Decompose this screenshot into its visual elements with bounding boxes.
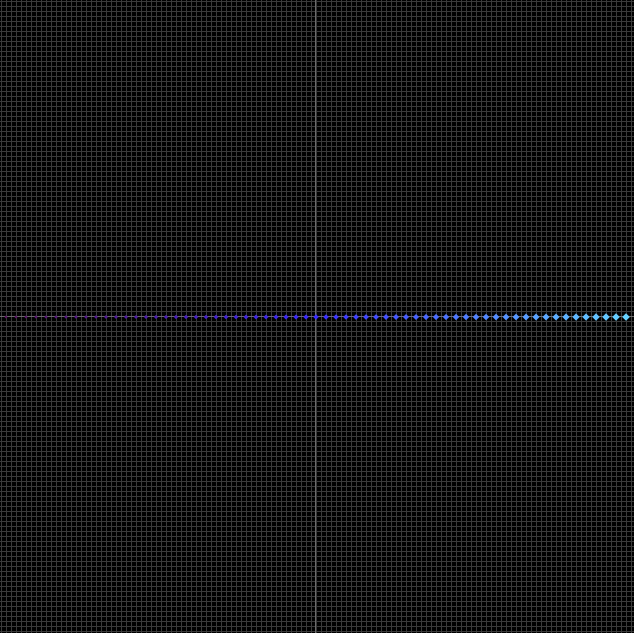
plot-area	[0, 0, 634, 633]
plot-canvas	[0, 0, 634, 633]
